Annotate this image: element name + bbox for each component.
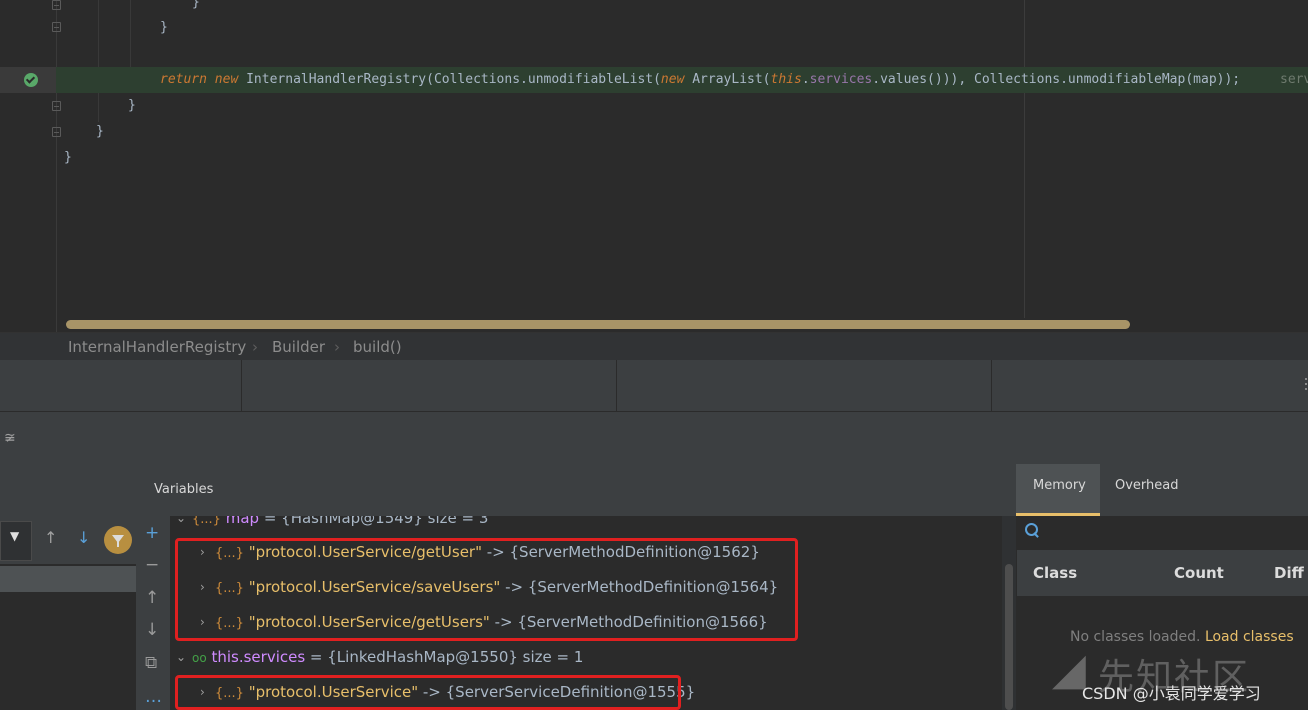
debug-tab-strip <box>0 360 1308 412</box>
inline-value-hint: serv <box>1280 72 1308 87</box>
arrow-down-icon[interactable]: ↓ <box>77 528 90 547</box>
highlight-box-service-entry <box>175 675 681 710</box>
keyword-new: new <box>214 72 239 87</box>
code-line: } <box>160 20 168 35</box>
variable-name: map <box>225 516 260 527</box>
code-token: . <box>801 72 810 87</box>
breakpoint-check-icon[interactable] <box>24 73 38 87</box>
code-line: } <box>96 124 104 139</box>
copy-icon[interactable]: ⧉ <box>145 654 157 672</box>
column-diff[interactable]: Diff <box>1274 564 1304 582</box>
breadcrumb-separator: › <box>334 338 340 356</box>
more-options-icon[interactable] <box>1304 378 1308 394</box>
code-token: ArrayList( <box>684 72 771 87</box>
code-token-map: map <box>1193 72 1217 87</box>
watermark-logo-icon: ◢ <box>1052 644 1086 695</box>
gutter-separator <box>56 0 57 332</box>
fold-icon[interactable] <box>52 101 61 111</box>
add-watch-icon[interactable]: + <box>145 524 159 542</box>
tab-divider <box>991 360 992 412</box>
tab-overhead[interactable]: Overhead <box>1115 478 1179 493</box>
csdn-credit: CSDN @小袁同学爱学习 <box>1082 684 1261 703</box>
variables-side-toolbar <box>136 516 170 710</box>
selected-frame-row[interactable] <box>0 566 136 592</box>
chevron-down-icon[interactable]: ⌄ <box>176 645 186 669</box>
column-count[interactable]: Count <box>1174 564 1224 582</box>
keyword-this: this <box>770 72 802 87</box>
fold-icon[interactable] <box>52 127 61 137</box>
more-icon[interactable]: … <box>145 688 162 706</box>
vertical-scrollbar-thumb[interactable] <box>1005 564 1013 710</box>
code-token: .values())), Collections.unmodifiableMap… <box>872 72 1194 87</box>
breadcrumb: InternalHandlerRegistry › Builder › buil… <box>0 332 1308 360</box>
field-services: services <box>809 72 873 87</box>
indent-guide <box>130 0 131 68</box>
code-line: } <box>192 0 200 10</box>
tab-memory[interactable]: Memory <box>1033 478 1086 493</box>
column-class[interactable]: Class <box>1033 564 1077 582</box>
horizontal-scrollbar[interactable] <box>66 320 1130 329</box>
remove-watch-icon[interactable]: − <box>145 556 159 574</box>
fold-icon[interactable] <box>52 22 61 32</box>
chevron-down-icon[interactable]: ⌄ <box>176 516 186 530</box>
highlight-box-map-entries <box>175 538 798 641</box>
code-line: } <box>128 98 136 113</box>
breadcrumb-separator: › <box>252 338 258 356</box>
watch-glasses-icon: oo <box>192 651 207 665</box>
tab-divider <box>241 360 242 412</box>
right-margin-guide <box>1024 0 1025 318</box>
tab-divider <box>616 360 617 412</box>
arrow-up-icon[interactable]: ↑ <box>44 528 57 547</box>
breadcrumb-item-class[interactable]: InternalHandlerRegistry <box>68 338 246 356</box>
code-line-return: return new InternalHandlerRegistry(Colle… <box>160 67 1240 93</box>
code-token: )); <box>1216 72 1241 87</box>
memory-search-field[interactable] <box>1016 516 1308 550</box>
move-up-icon[interactable]: ↑ <box>145 589 159 607</box>
keyword-new: new <box>660 72 685 87</box>
code-line: } <box>64 150 72 165</box>
search-icon <box>1024 522 1040 538</box>
breadcrumb-item-builder[interactable]: Builder <box>272 338 325 356</box>
variable-value: = {HashMap@1549} size = 3 <box>259 516 489 527</box>
object-icon: {...} <box>192 516 221 527</box>
indent-guide <box>98 0 99 122</box>
load-classes-link[interactable]: Load classes <box>1205 629 1294 645</box>
breadcrumb-item-method[interactable]: build() <box>353 338 402 356</box>
variable-name: this.services <box>211 648 306 666</box>
fold-icon[interactable] <box>52 0 61 10</box>
no-classes-text: No classes loaded. <box>1070 629 1201 645</box>
variable-value: = {LinkedHashMap@1550} size = 1 <box>305 648 584 666</box>
move-down-icon[interactable]: ↓ <box>145 621 159 639</box>
code-token: InternalHandlerRegistry(Collections.unmo… <box>238 72 661 87</box>
code-editor[interactable]: } } return new InternalHandlerRegistry(C… <box>0 0 1308 332</box>
variables-title: Variables <box>154 482 214 497</box>
layout-settings-icon[interactable]: ≆ <box>4 430 16 446</box>
keyword-return: return <box>160 72 207 87</box>
dropdown-arrow-icon[interactable]: ▼ <box>10 529 19 543</box>
empty-state-text: No classes loaded. Load classes <box>1070 629 1294 645</box>
filter-icon[interactable] <box>104 526 132 554</box>
